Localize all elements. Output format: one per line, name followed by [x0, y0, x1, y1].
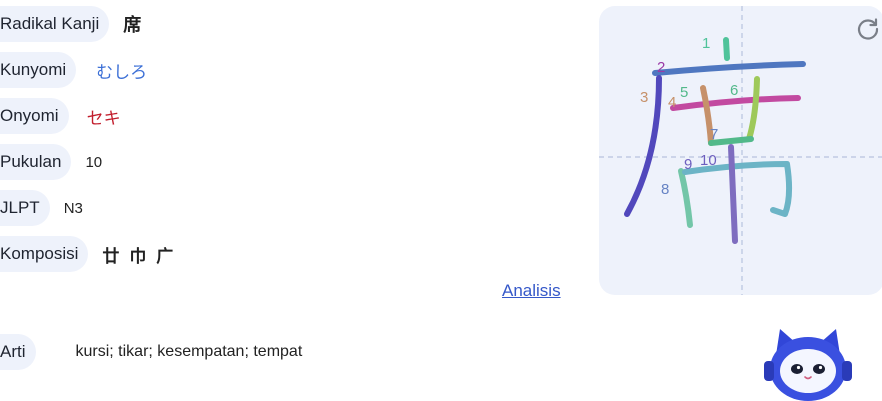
stroke-order-diagram: 1 2 3 4 5 6 7 8 9 10	[599, 6, 882, 295]
stroke-8	[678, 168, 693, 228]
jlpt-value: N3	[63, 199, 83, 217]
stroke-number-6: 6	[730, 82, 738, 99]
radical-label: Radikal Kanji	[0, 6, 110, 42]
jlpt-row: JLPT N3	[0, 190, 83, 226]
kunyomi-value[interactable]: むしろ	[96, 58, 147, 83]
stroke-order-panel[interactable]: 1 2 3 4 5 6 7 8 9 10	[599, 6, 882, 295]
stroke-1	[723, 37, 730, 61]
stroke-number-5: 5	[680, 84, 688, 101]
stroke-6	[746, 76, 760, 142]
analysis-link[interactable]: Analisis	[502, 281, 561, 301]
stroke-number-9: 9	[684, 156, 692, 173]
composition-row: Komposisi 廿 巾 广	[0, 236, 175, 272]
strokes-label: Pukulan	[0, 144, 72, 180]
meaning-value: kursi; tikar; kesempatan; tempat	[75, 343, 303, 360]
stroke-number-4: 4	[668, 94, 676, 111]
onyomi-value[interactable]: セキ	[87, 104, 121, 129]
composition-value[interactable]: 廿 巾 广	[102, 242, 175, 267]
stroke-number-10: 10	[700, 152, 717, 169]
robot-cat-mascot-icon[interactable]	[760, 325, 856, 401]
meaning-row: Arti kursi; tikar; kesempatan; tempat	[0, 334, 302, 370]
stroke-2	[652, 61, 806, 76]
stroke-number-2: 2	[657, 59, 665, 76]
stroke-4	[670, 95, 801, 111]
kunyomi-label: Kunyomi	[0, 52, 77, 88]
stroke-9	[682, 161, 793, 217]
meaning-label: Arti	[0, 334, 36, 370]
composition-label: Komposisi	[0, 236, 89, 272]
stroke-number-3: 3	[640, 89, 648, 106]
stroke-number-8: 8	[661, 181, 669, 198]
stroke-number-7: 7	[710, 126, 718, 143]
radical-value: 席	[123, 15, 142, 36]
strokes-value: 10	[85, 153, 103, 171]
refresh-icon[interactable]	[855, 16, 881, 42]
stroke-10	[728, 144, 738, 244]
onyomi-label: Onyomi	[0, 98, 69, 134]
jlpt-label: JLPT	[0, 190, 50, 226]
strokes-row: Pukulan 10	[0, 144, 102, 180]
radical-row: Radikal Kanji 席	[0, 6, 141, 42]
stroke-number-1: 1	[702, 35, 710, 52]
kunyomi-row: Kunyomi むしろ	[0, 52, 147, 88]
onyomi-row: Onyomi セキ	[0, 98, 121, 134]
